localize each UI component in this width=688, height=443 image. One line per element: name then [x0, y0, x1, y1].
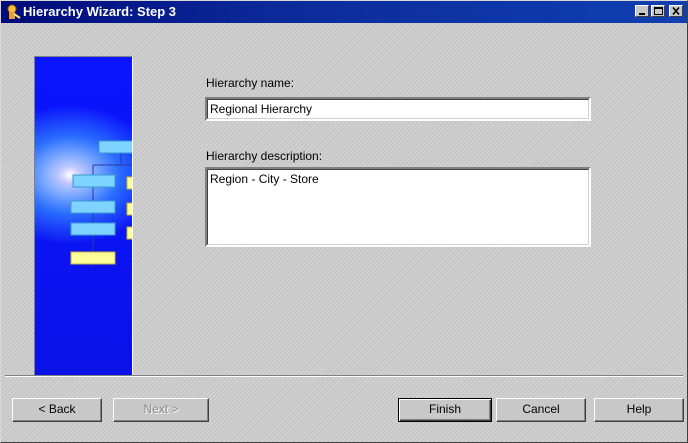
wizard-window: Hierarchy Wizard: Step 3 Hierarchy name:…: [0, 0, 688, 443]
button-divider: [5, 375, 683, 377]
hierarchy-description-field[interactable]: Region - City - Store: [205, 167, 591, 247]
title-bar[interactable]: Hierarchy Wizard: Step 3: [1, 1, 687, 23]
back-button[interactable]: < Back: [12, 398, 102, 422]
minimize-icon[interactable]: [635, 5, 649, 17]
window-title: Hierarchy Wizard: Step 3: [23, 4, 177, 19]
hierarchy-graphic-icon: [70, 140, 132, 267]
next-button[interactable]: Next >: [113, 398, 209, 422]
cancel-button[interactable]: Cancel: [496, 398, 586, 422]
wizard-body: Hierarchy name: Regional Hierarchy Hiera…: [1, 23, 687, 442]
hierarchy-name-field[interactable]: Regional Hierarchy: [205, 97, 591, 121]
finish-button[interactable]: Finish: [398, 398, 492, 422]
wizard-app-icon: [7, 4, 21, 19]
hierarchy-description-value: Region - City - Store: [210, 172, 319, 186]
hierarchy-name-value: Regional Hierarchy: [210, 102, 313, 116]
close-icon[interactable]: [669, 5, 683, 17]
hierarchy-description-label: Hierarchy description:: [206, 149, 323, 163]
hierarchy-name-label: Hierarchy name:: [206, 76, 295, 90]
wizard-banner-image: [34, 56, 133, 376]
help-button[interactable]: Help: [594, 398, 684, 422]
maximize-icon[interactable]: [651, 5, 665, 17]
